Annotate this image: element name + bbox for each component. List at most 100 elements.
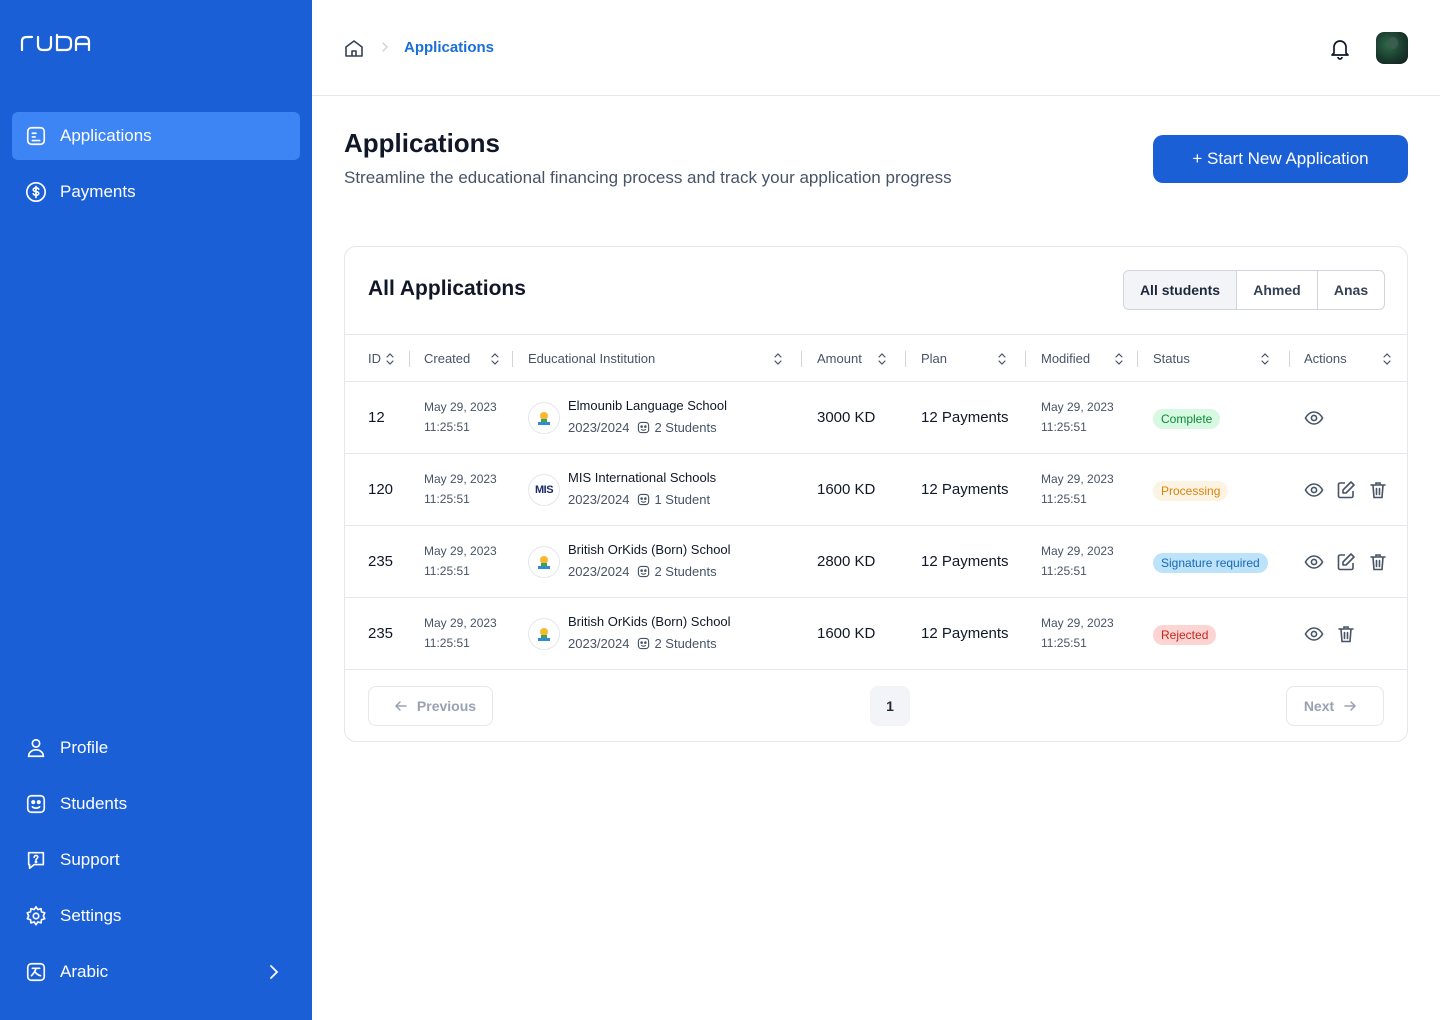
sort-icon — [1383, 353, 1391, 365]
school-logo: MIS — [528, 474, 560, 506]
modified-date: May 29, 2023 — [1041, 616, 1114, 630]
sort-icon — [998, 353, 1006, 365]
sidebar-item-label: Profile — [60, 738, 109, 757]
student-count: 1 Student — [654, 492, 711, 507]
trash-icon[interactable] — [1336, 624, 1356, 644]
filter-anas[interactable]: Anas — [1318, 271, 1384, 309]
student-count: 2 Students — [654, 636, 717, 651]
sidebar-item-label: Payments — [60, 182, 136, 201]
filter-ahmed[interactable]: Ahmed — [1237, 271, 1318, 309]
row-amount: 3000 KD — [817, 409, 876, 426]
status-badge: Complete — [1153, 409, 1221, 429]
view-icon[interactable] — [1304, 552, 1324, 572]
column-header-id[interactable]: ID — [368, 351, 394, 366]
help-chat-icon — [24, 848, 48, 872]
home-icon[interactable] — [344, 38, 364, 58]
face-icon — [24, 792, 48, 816]
created-time: 11:25:51 — [424, 420, 470, 434]
sort-icon — [878, 353, 886, 365]
column-header-status[interactable]: Status — [1153, 351, 1273, 366]
row-plan: 12 Payments — [921, 625, 1009, 642]
row-amount: 2800 KD — [817, 553, 876, 570]
chevron-right-icon — [382, 42, 389, 52]
school-year: 2023/2024 — [568, 492, 630, 507]
sidebar-item-profile[interactable]: Profile — [12, 724, 300, 772]
student-count: 2 Students — [654, 420, 717, 435]
created-date: May 29, 2023 — [424, 544, 497, 558]
dollar-circle-icon — [24, 180, 48, 204]
table-row[interactable]: 235 May 29, 2023 11:25:51 British OrKids … — [345, 526, 1407, 598]
trash-icon[interactable] — [1368, 552, 1388, 572]
status-badge: Processing — [1153, 481, 1229, 501]
row-id: 235 — [368, 625, 394, 642]
edit-icon[interactable] — [1336, 480, 1356, 500]
page-number[interactable]: 1 — [870, 686, 910, 726]
avatar[interactable] — [1376, 32, 1408, 64]
row-id: 12 — [368, 409, 385, 426]
trash-icon[interactable] — [1368, 480, 1388, 500]
sidebar-item-payments[interactable]: Payments — [12, 168, 300, 216]
sidebar-item-support[interactable]: Support — [12, 836, 300, 884]
school-logo — [528, 402, 560, 434]
column-header-amount[interactable]: Amount — [817, 351, 887, 366]
sidebar-item-students[interactable]: Students — [12, 780, 300, 828]
table-row[interactable]: 235 May 29, 2023 11:25:51 British OrKids … — [345, 598, 1407, 670]
column-header-plan[interactable]: Plan — [921, 351, 1006, 366]
sidebar-item-label: Support — [60, 850, 120, 869]
students-icon — [638, 421, 650, 434]
column-header-institution[interactable]: Educational Institution — [528, 351, 783, 366]
row-amount: 1600 KD — [817, 481, 876, 498]
institution-name: British OrKids (Born) School — [568, 614, 731, 629]
bell-icon[interactable] — [1328, 36, 1352, 60]
school-logo — [528, 546, 560, 578]
sidebar-item-label: Students — [60, 794, 128, 813]
school-logo — [528, 618, 560, 650]
sidebar-item-applications[interactable]: Applications — [12, 112, 300, 160]
view-icon[interactable] — [1304, 480, 1324, 500]
sidebar-item-label: Settings — [60, 906, 122, 925]
sidebar-item-settings[interactable]: Settings — [12, 892, 300, 940]
row-amount: 1600 KD — [817, 625, 876, 642]
page-title: Applications — [344, 128, 501, 158]
school-year: 2023/2024 — [568, 636, 630, 651]
language-icon — [24, 960, 48, 984]
sidebar: ruba Applications Payments Profile Stude… — [0, 0, 312, 1020]
column-header-modified[interactable]: Modified — [1041, 351, 1124, 366]
filter-all-students[interactable]: All students — [1124, 271, 1237, 309]
column-header-actions[interactable]: Actions — [1304, 351, 1394, 366]
next-button[interactable]: Next — [1286, 686, 1384, 726]
row-plan: 12 Payments — [921, 553, 1009, 570]
students-icon — [638, 493, 650, 506]
sort-icon — [1261, 353, 1269, 365]
status-badge: Signature required — [1153, 553, 1268, 573]
edit-icon[interactable] — [1336, 552, 1356, 572]
modified-date: May 29, 2023 — [1041, 544, 1114, 558]
ruba-logo: ruba — [20, 33, 91, 52]
modified-time: 11:25:51 — [1041, 420, 1087, 434]
chevron-right-icon — [270, 965, 279, 979]
table-row[interactable]: 120 May 29, 2023 11:25:51 MIS MIS Interna… — [345, 454, 1407, 526]
modified-date: May 29, 2023 — [1041, 400, 1114, 414]
start-new-application-button[interactable]: + Start New Application — [1153, 135, 1408, 183]
view-icon[interactable] — [1304, 408, 1324, 428]
created-time: 11:25:51 — [424, 492, 470, 506]
sidebar-item-label: Applications — [60, 126, 152, 145]
modified-time: 11:25:51 — [1041, 636, 1087, 650]
previous-button[interactable]: Previous — [368, 686, 493, 726]
column-header-created[interactable]: Created — [424, 351, 499, 366]
sort-icon — [491, 353, 499, 365]
gear-icon — [24, 904, 48, 928]
row-id: 235 — [368, 553, 394, 570]
view-icon[interactable] — [1304, 624, 1324, 644]
table-header: ID Created Educational Institution Amoun… — [345, 334, 1407, 382]
row-id: 120 — [368, 481, 394, 498]
sidebar-item-label: Arabic — [60, 962, 109, 981]
students-icon — [638, 637, 650, 650]
table-row[interactable]: 12 May 29, 2023 11:25:51 Elmounib Languag… — [345, 382, 1407, 454]
created-time: 11:25:51 — [424, 636, 470, 650]
breadcrumb-current[interactable]: Applications — [404, 39, 494, 56]
sidebar-item-arabic[interactable]: Arabic — [12, 948, 300, 996]
sort-icon — [1115, 353, 1123, 365]
created-time: 11:25:51 — [424, 564, 470, 578]
document-icon — [24, 124, 48, 148]
